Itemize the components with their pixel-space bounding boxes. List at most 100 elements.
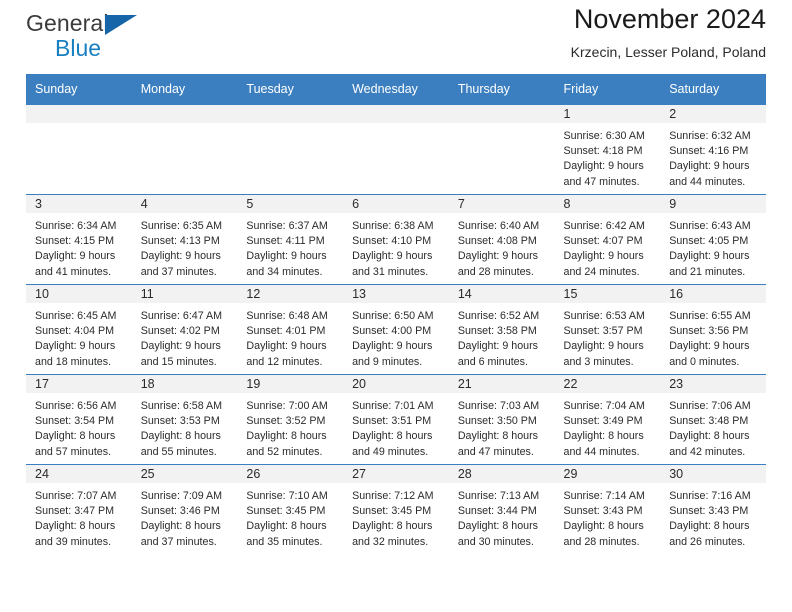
calendar-day-cell[interactable]: 27 Sunrise: 7:12 AM Sunset: 3:45 PM Dayligh… [343,464,449,555]
calendar-day-cell[interactable]: 15 Sunrise: 6:53 AM Sunset: 3:57 PM Dayligh… [554,284,661,375]
brand-triangle-icon [105,15,137,35]
day-details: Sunrise: 6:30 AM Sunset: 4:18 PM Daylight:… [555,123,661,190]
sunset-text: Sunset: 4:10 PM [352,235,432,248]
daylight-text-line2: and 52 minutes. [246,445,323,458]
calendar-day-cell[interactable]: 18 Sunrise: 6:58 AM Sunset: 3:53 PM Dayligh… [131,374,238,465]
day-details: Sunrise: 7:07 AM Sunset: 3:47 PM Daylight:… [26,483,132,550]
daylight-text-line2: and 18 minutes. [35,355,112,368]
daylight-text-line2: and 0 minutes. [669,355,740,368]
calendar-day-cell[interactable]: 14 Sunrise: 6:52 AM Sunset: 3:58 PM Dayligh… [448,284,555,375]
daylight-text-line2: and 6 minutes. [457,355,528,368]
daylight-text-line2: and 57 minutes. [35,445,112,458]
sunrise-text: Sunrise: 7:00 AM [246,400,328,412]
day-details: Sunrise: 7:12 AM Sunset: 3:45 PM Daylight:… [343,483,449,550]
page-header: General Blue November 2024 Krzecin, Less… [26,0,766,74]
sunset-text: Sunset: 4:05 PM [669,235,749,248]
calendar-day-cell[interactable]: 12 Sunrise: 6:48 AM Sunset: 4:01 PM Dayligh… [237,284,344,375]
daylight-text-line1: Daylight: 8 hours [563,430,644,443]
day-details: Sunrise: 6:47 AM Sunset: 4:02 PM Daylight:… [132,303,238,370]
calendar-day-cell[interactable]: 7 Sunrise: 6:40 AM Sunset: 4:08 PM Daylight… [448,194,555,285]
day-number: 14 [448,285,555,303]
weekday-header-friday: Friday [554,74,661,105]
calendar-day-cell[interactable]: 17 Sunrise: 6:56 AM Sunset: 3:54 PM Dayligh… [26,374,132,465]
daylight-text-line1: Daylight: 9 hours [35,340,116,353]
sunset-text: Sunset: 4:11 PM [246,235,325,248]
daylight-text-line1: Daylight: 9 hours [140,250,221,263]
day-number [237,105,344,123]
daylight-text-line2: and 30 minutes. [457,535,534,548]
calendar-day-cell[interactable]: 21 Sunrise: 7:03 AM Sunset: 3:50 PM Dayligh… [448,374,555,465]
calendar-day-cell[interactable]: 13 Sunrise: 6:50 AM Sunset: 4:00 PM Dayligh… [343,284,449,375]
sunset-text: Sunset: 3:57 PM [563,325,643,338]
daylight-text-line1: Daylight: 9 hours [563,340,644,353]
sunset-text: Sunset: 3:50 PM [457,415,537,428]
daylight-text-line2: and 9 minutes. [352,355,423,368]
daylight-text-line2: and 31 minutes. [352,265,429,278]
day-details: Sunrise: 6:34 AM Sunset: 4:15 PM Daylight:… [26,213,132,280]
calendar-day-cell[interactable]: 30 Sunrise: 7:16 AM Sunset: 3:43 PM Dayligh… [660,464,766,555]
calendar-day-cell[interactable]: 23 Sunrise: 7:06 AM Sunset: 3:48 PM Dayligh… [660,374,766,465]
day-number [448,105,555,123]
day-details: Sunrise: 7:14 AM Sunset: 3:43 PM Daylight:… [555,483,661,550]
daylight-text-line1: Daylight: 9 hours [563,250,644,263]
calendar-day-cell-empty [343,104,449,195]
daylight-text-line1: Daylight: 9 hours [140,340,221,353]
calendar-day-cell[interactable]: 22 Sunrise: 7:04 AM Sunset: 3:49 PM Dayligh… [554,374,661,465]
day-number: 18 [131,375,238,393]
calendar-day-cell[interactable]: 28 Sunrise: 7:13 AM Sunset: 3:44 PM Dayligh… [448,464,555,555]
sunset-text: Sunset: 4:18 PM [563,145,643,158]
calendar-day-cell[interactable]: 29 Sunrise: 7:14 AM Sunset: 3:43 PM Dayligh… [554,464,661,555]
day-number: 16 [660,285,766,303]
calendar-day-cell[interactable]: 19 Sunrise: 7:00 AM Sunset: 3:52 PM Dayligh… [237,374,344,465]
calendar-day-cell[interactable]: 25 Sunrise: 7:09 AM Sunset: 3:46 PM Dayligh… [131,464,238,555]
sunset-text: Sunset: 3:45 PM [352,505,432,518]
day-number: 4 [131,195,238,213]
calendar-day-cell[interactable]: 16 Sunrise: 6:55 AM Sunset: 3:56 PM Dayligh… [660,284,766,375]
calendar-day-cell[interactable]: 10 Sunrise: 6:45 AM Sunset: 4:04 PM Dayligh… [26,284,132,375]
daylight-text-line1: Daylight: 8 hours [352,520,433,533]
day-number: 6 [343,195,449,213]
day-number: 17 [26,375,132,393]
calendar-day-cell[interactable]: 5 Sunrise: 6:37 AM Sunset: 4:11 PM Daylight… [237,194,344,285]
calendar-day-cell[interactable]: 2 Sunrise: 6:32 AM Sunset: 4:16 PM Daylight… [660,104,766,195]
day-number: 27 [343,465,449,483]
calendar-day-cell[interactable]: 1 Sunrise: 6:30 AM Sunset: 4:18 PM Daylight… [554,104,661,195]
calendar-day-cell[interactable]: 11 Sunrise: 6:47 AM Sunset: 4:02 PM Dayligh… [131,284,238,375]
sunrise-text: Sunrise: 7:01 AM [352,400,434,412]
day-number: 19 [237,375,344,393]
day-details: Sunrise: 6:50 AM Sunset: 4:00 PM Daylight:… [343,303,449,370]
sunrise-text: Sunrise: 6:58 AM [140,400,223,412]
calendar-day-cell[interactable]: 24 Sunrise: 7:07 AM Sunset: 3:47 PM Dayligh… [26,464,132,555]
daylight-text-line1: Daylight: 9 hours [669,340,750,353]
daylight-text-line1: Daylight: 9 hours [35,250,116,263]
sunset-text: Sunset: 4:13 PM [140,235,220,248]
day-number [26,105,132,123]
calendar-day-cell[interactable]: 26 Sunrise: 7:10 AM Sunset: 3:45 PM Dayligh… [237,464,344,555]
day-details: Sunrise: 6:48 AM Sunset: 4:01 PM Daylight:… [237,303,343,370]
day-number: 5 [237,195,344,213]
calendar-day-cell[interactable]: 8 Sunrise: 6:42 AM Sunset: 4:07 PM Daylight… [554,194,661,285]
daylight-text-line2: and 44 minutes. [669,175,746,188]
calendar-week-row: 24 Sunrise: 7:07 AM Sunset: 3:47 PM Dayligh… [26,464,766,555]
daylight-text-line1: Daylight: 8 hours [246,520,327,533]
calendar-day-cell[interactable]: 9 Sunrise: 6:43 AM Sunset: 4:05 PM Daylight… [660,194,766,285]
sunrise-text: Sunrise: 7:12 AM [352,490,434,502]
daylight-text-line2: and 44 minutes. [563,445,640,458]
calendar-day-cell[interactable]: 6 Sunrise: 6:38 AM Sunset: 4:10 PM Daylight… [343,194,449,285]
day-number: 28 [448,465,555,483]
daylight-text-line1: Daylight: 8 hours [669,520,750,533]
brand-logo[interactable]: General Blue [26,12,206,66]
sunset-text: Sunset: 4:02 PM [140,325,220,338]
daylight-text-line1: Daylight: 9 hours [457,250,539,263]
sunrise-text: Sunrise: 6:40 AM [457,220,540,232]
daylight-text-line1: Daylight: 9 hours [246,340,327,353]
calendar-day-cell[interactable]: 3 Sunrise: 6:34 AM Sunset: 4:15 PM Daylight… [26,194,132,285]
day-details: Sunrise: 6:38 AM Sunset: 4:10 PM Daylight:… [343,213,449,280]
calendar-day-cell[interactable]: 4 Sunrise: 6:35 AM Sunset: 4:13 PM Daylight… [131,194,238,285]
day-details: Sunrise: 6:35 AM Sunset: 4:13 PM Daylight:… [132,213,238,280]
daylight-text-line1: Daylight: 9 hours [669,160,750,173]
sunrise-text: Sunrise: 6:37 AM [246,220,328,232]
calendar-day-cell[interactable]: 20 Sunrise: 7:01 AM Sunset: 3:51 PM Dayligh… [343,374,449,465]
calendar-page: General Blue November 2024 Krzecin, Less… [0,0,792,612]
daylight-text-line2: and 32 minutes. [352,535,429,548]
